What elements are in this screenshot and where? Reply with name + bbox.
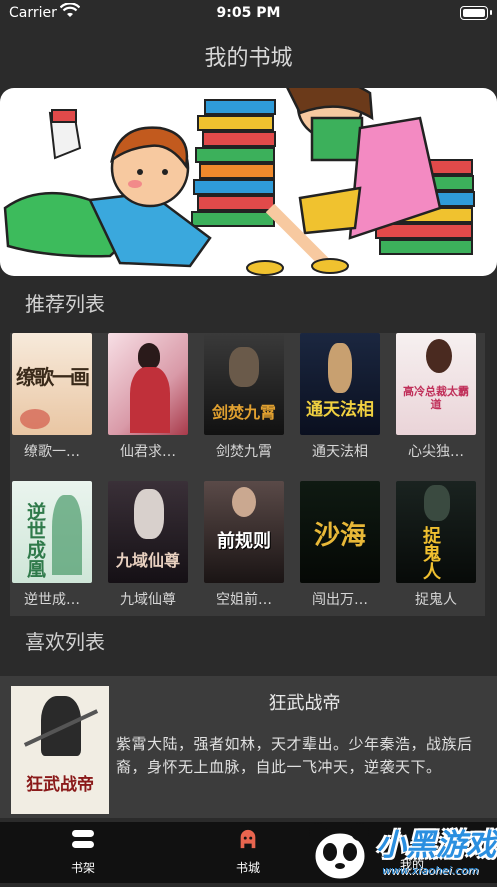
- status-bar: Carrier 9:05 PM: [0, 0, 497, 26]
- watermark-text: 小黑游戏: [376, 828, 496, 863]
- book-card[interactable]: 九域仙尊 九域仙尊: [108, 481, 188, 609]
- book-cover: 高冷总裁太霸道: [396, 333, 476, 435]
- page-title: 我的书城: [204, 46, 293, 71]
- book-title: 逆世成…: [24, 592, 80, 608]
- clock: 9:05 PM: [216, 5, 281, 21]
- book-title: 仙君求…: [120, 444, 176, 460]
- book-title: 闯出万…: [312, 592, 368, 608]
- tab-shelf-label: 书架: [70, 861, 95, 875]
- bookshelf-icon: [72, 830, 94, 848]
- tab-store[interactable]: 书城: [208, 828, 288, 876]
- book-card[interactable]: 通天法相 通天法相: [300, 333, 380, 461]
- favorite-book-title: 狂武战帝: [268, 693, 341, 714]
- book-title: 通天法相: [312, 444, 368, 460]
- tab-shelf[interactable]: 书架: [43, 828, 123, 876]
- book-title: 心尖独…: [408, 444, 464, 460]
- book-cover: 前规则: [204, 481, 284, 583]
- book-cover: 沙海: [300, 481, 380, 583]
- recommended-section-title: 推荐列表: [25, 292, 105, 316]
- recommended-book-grid: 缭歌一画 缭歌一… 仙君求… 剑焚九霄 剑焚九霄 通天法相 通天法相 高冷总裁太…: [10, 333, 485, 616]
- favorite-book-item[interactable]: 狂武战帝 狂武战帝 紫霄大陆，强者如林，天才辈出。少年秦浩，战族后裔，身怀无上血…: [0, 676, 497, 818]
- book-cover: 九域仙尊: [108, 481, 188, 583]
- watermark-logo: 小黑游戏 www.xiaohei.com: [302, 816, 497, 883]
- favorites-section-title: 喜欢列表: [25, 630, 105, 654]
- store-icon: [240, 829, 256, 849]
- book-title: 缭歌一…: [24, 444, 80, 460]
- watermark-url: www.xiaohei.com: [382, 864, 479, 877]
- reading-kids-illustration: [3, 88, 475, 276]
- book-card[interactable]: 前规则 空姐前…: [204, 481, 284, 609]
- favorite-book-description: 紫霄大陆，强者如林，天才辈出。少年秦浩，战族后裔，身怀无上血脉，自此一飞冲天，逆…: [116, 735, 473, 776]
- book-card[interactable]: 高冷总裁太霸道 心尖独…: [396, 333, 476, 461]
- favorite-book-cover: 狂武战帝: [11, 686, 109, 814]
- tab-store-label: 书城: [235, 861, 260, 875]
- book-cover: 剑焚九霄: [204, 333, 284, 435]
- book-card[interactable]: 剑焚九霄 剑焚九霄: [204, 333, 284, 461]
- battery-icon: [460, 6, 492, 20]
- book-card[interactable]: 沙海 闯出万…: [300, 481, 380, 609]
- book-cover: 捉鬼人: [396, 481, 476, 583]
- book-card[interactable]: 捉鬼人 捉鬼人: [396, 481, 476, 609]
- book-card[interactable]: 逆世成凰 逆世成…: [12, 481, 92, 609]
- book-cover: [108, 333, 188, 435]
- banner-image[interactable]: [0, 88, 497, 276]
- book-cover: 逆世成凰: [12, 481, 92, 583]
- book-cover: 通天法相: [300, 333, 380, 435]
- book-title: 九域仙尊: [120, 592, 176, 608]
- book-title: 空姐前…: [216, 592, 272, 608]
- book-card[interactable]: 仙君求…: [108, 333, 188, 461]
- book-card[interactable]: 缭歌一画 缭歌一…: [12, 333, 92, 461]
- book-cover: 缭歌一画: [12, 333, 92, 435]
- book-title: 捉鬼人: [415, 592, 457, 608]
- book-title: 剑焚九霄: [216, 444, 272, 460]
